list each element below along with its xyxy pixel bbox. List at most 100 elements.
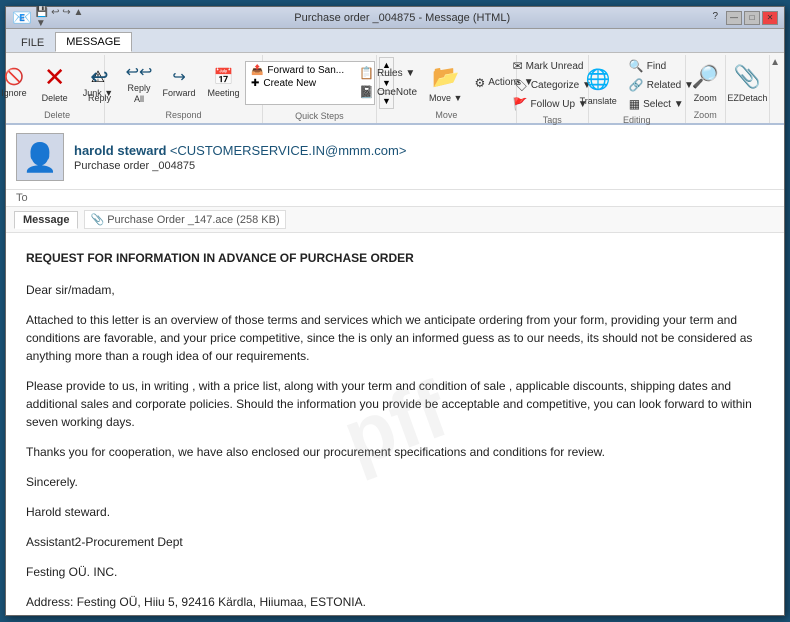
message-tab[interactable]: Message <box>14 211 78 229</box>
sender-details: harold steward <CUSTOMERSERVICE.IN@mmm.c… <box>74 143 774 172</box>
move-small-group: 📋 Rules ▼ 📓 OneNote <box>354 64 422 101</box>
email-para-2: Attached to this letter is an overview o… <box>26 311 764 365</box>
email-para-6: Harold steward. <box>26 503 764 521</box>
sender-info: 👤 harold steward <CUSTOMERSERVICE.IN@mmm… <box>6 125 784 190</box>
avatar-icon: 👤 <box>23 141 58 174</box>
delete-icon: ✕ <box>39 61 71 93</box>
outlook-window: 📧 💾 ↩ ↪ ▲ ▼ Purchase order _004875 - Mes… <box>5 6 785 616</box>
reply-all-icon: ↩↩ <box>128 61 150 83</box>
email-heading: REQUEST FOR INFORMATION IN ADVANCE OF PU… <box>26 249 764 267</box>
ribbon-group-ezdetach: 📎 EZDetach <box>726 55 770 123</box>
reply-all-button[interactable]: ↩↩ ReplyAll <box>123 58 156 108</box>
find-label: Find <box>647 61 666 72</box>
sender-email: <CUSTOMERSERVICE.IN@mmm.com> <box>170 143 407 158</box>
rules-button[interactable]: 📋 Rules ▼ <box>354 64 422 82</box>
move-label: Move ▼ <box>429 93 462 104</box>
meeting-button[interactable]: 📅 Meeting <box>203 63 245 102</box>
window-title: Purchase order _004875 - Message (HTML) <box>92 12 712 24</box>
zoom-button[interactable]: 🔎 Zoom <box>684 57 726 108</box>
delete-group-label: Delete <box>44 108 70 121</box>
onenote-button[interactable]: 📓 OneNote <box>354 83 422 101</box>
zoom-buttons: 🔎 Zoom <box>684 57 726 108</box>
translate-label: Translate <box>580 96 617 107</box>
window-controls: ? — □ ✕ <box>712 11 778 25</box>
forward-icon: ↪ <box>168 66 190 88</box>
zoom-icon: 🔎 <box>689 61 721 93</box>
ribbon-group-zoom: 🔎 Zoom Zoom <box>686 55 726 123</box>
create-new-label: Create New <box>263 78 316 89</box>
zoom-label: Zoom <box>694 93 717 104</box>
ribbon-group-editing: 🌐 Translate 🔍 Find 🔗 Related ▼ ▦ Select … <box>589 55 686 123</box>
attachment-file[interactable]: 📎 Purchase Order _147.ace (258 KB) <box>84 210 285 229</box>
tab-file[interactable]: FILE <box>10 32 55 52</box>
email-para-5: Sincerely. <box>26 473 764 491</box>
mark-unread-icon: ✉ <box>513 59 523 73</box>
rules-label: Rules ▼ <box>377 68 415 79</box>
minimize-btn[interactable]: — <box>726 11 742 25</box>
forward-san-label: Forward to San... <box>267 65 344 76</box>
move-btn[interactable]: 📂 Move ▼ <box>424 57 467 108</box>
email-body: pff REQUEST FOR INFORMATION IN ADVANCE O… <box>6 233 784 615</box>
ribbon-tabs: FILE MESSAGE <box>6 29 784 53</box>
ribbon-group-move: 📋 Rules ▼ 📓 OneNote 📂 Move ▼ ⚙ Action <box>377 55 517 123</box>
editing-buttons: 🌐 Translate 🔍 Find 🔗 Related ▼ ▦ Select … <box>575 57 699 113</box>
reply-button[interactable]: ↩ Reply <box>79 57 121 108</box>
translate-button[interactable]: 🌐 Translate <box>575 60 622 111</box>
delete-button[interactable]: ✕ Delete <box>34 57 76 108</box>
zoom-group-label: Zoom <box>694 108 717 121</box>
ignore-icon: 🚫 <box>3 66 25 88</box>
email-body-wrapper: pff REQUEST FOR INFORMATION IN ADVANCE O… <box>6 233 784 615</box>
avatar: 👤 <box>16 133 64 181</box>
related-icon: 🔗 <box>629 78 644 92</box>
reply-all-label: ReplyAll <box>128 83 151 105</box>
create-new-icon: ✚ <box>251 78 259 89</box>
forward-button[interactable]: ↪ Forward <box>158 63 201 102</box>
forward-san-icon: 📤 <box>251 65 263 76</box>
email-para-8: Festing OÜ. INC. <box>26 563 764 581</box>
ribbon: 🚫 Ignore ✕ Delete ⚠ Junk ▼ Delete ↩ Rep <box>6 53 784 125</box>
ribbon-group-respond: ↩ Reply ↩↩ ReplyAll ↪ Forward 📅 Meeting … <box>105 55 263 123</box>
respond-group-label: Respond <box>165 108 201 121</box>
delete-label: Delete <box>42 93 68 104</box>
paperclip-icon: 📎 <box>90 213 104 226</box>
select-icon: ▦ <box>629 97 640 111</box>
attachment-filename: Purchase Order _147.ace (258 KB) <box>107 214 279 226</box>
find-icon: 🔍 <box>629 59 644 73</box>
help-btn[interactable]: ? <box>712 11 718 25</box>
reply-icon: ↩ <box>84 61 116 93</box>
to-label: To <box>16 192 28 204</box>
actions-icon: ⚙ <box>474 76 485 90</box>
email-para-4: Thanks you for cooperation, we have also… <box>26 443 764 461</box>
ezdetach-buttons: 📎 EZDetach <box>722 57 772 108</box>
translate-icon: 🌐 <box>582 64 614 96</box>
maximize-btn[interactable]: □ <box>744 11 760 25</box>
close-btn[interactable]: ✕ <box>762 11 778 25</box>
forward-label: Forward <box>163 88 196 99</box>
email-para-7: Assistant2-Procurement Dept <box>26 533 764 551</box>
move-icon: 📂 <box>430 61 462 93</box>
onenote-label: OneNote <box>377 87 417 98</box>
ezdetach-label: EZDetach <box>727 93 767 104</box>
sender-name: harold steward <box>74 143 166 158</box>
ribbon-collapse[interactable]: ▲ <box>770 55 780 123</box>
tab-message[interactable]: MESSAGE <box>55 32 131 52</box>
ignore-label: Ignore <box>1 88 27 99</box>
collapse-icon[interactable]: ▲ <box>770 57 780 68</box>
quicksteps-group-label: Quick Steps <box>295 109 344 122</box>
to-line: To <box>6 190 784 207</box>
subject-line: Purchase order _004875 <box>74 160 774 172</box>
categorize-icon: 🏷 <box>513 78 528 92</box>
message-area: 👤 harold steward <CUSTOMERSERVICE.IN@mmm… <box>6 125 784 615</box>
move-group-label: Move <box>435 108 457 121</box>
rules-icon: 📋 <box>359 66 374 80</box>
email-para-1: Dear sir/madam, <box>26 281 764 299</box>
email-para-3: Please provide to us, in writing , with … <box>26 377 764 431</box>
ignore-button[interactable]: 🚫 Ignore <box>0 63 32 102</box>
email-para-9: Address: Festing OÜ, Hiiu 5, 92416 Kärdl… <box>26 593 764 611</box>
meeting-icon: 📅 <box>213 66 235 88</box>
sender-name-email: harold steward <CUSTOMERSERVICE.IN@mmm.c… <box>74 143 774 158</box>
onenote-icon: 📓 <box>359 85 374 99</box>
ezdetach-button[interactable]: 📎 EZDetach <box>722 57 772 108</box>
followup-icon: 🚩 <box>513 97 528 111</box>
select-label: Select ▼ <box>643 99 683 110</box>
